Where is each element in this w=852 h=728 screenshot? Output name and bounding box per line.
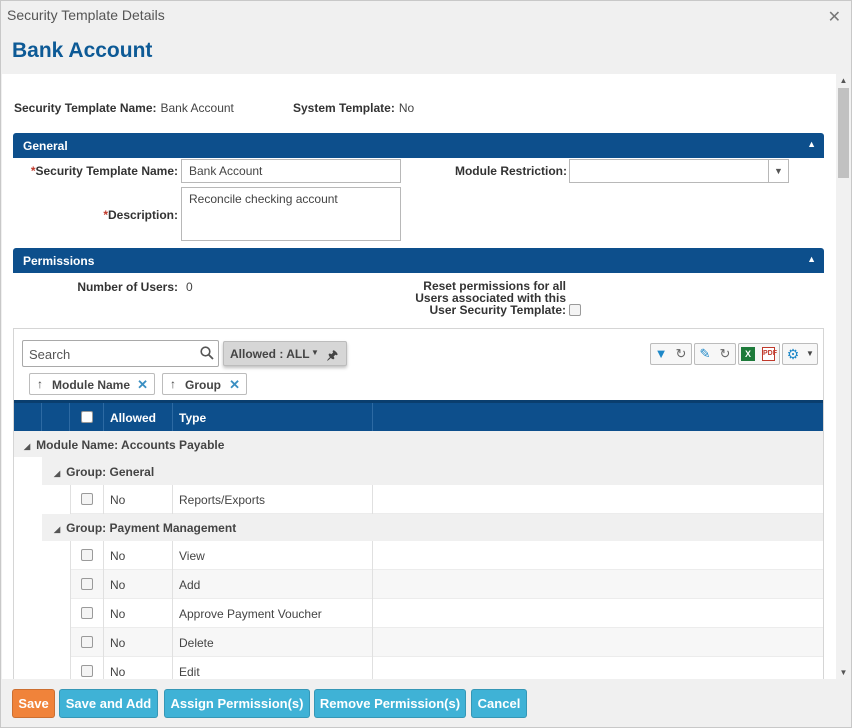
row-allowed: No bbox=[110, 493, 126, 507]
table-row[interactable]: No Add bbox=[70, 570, 823, 599]
table-row[interactable]: No Edit bbox=[70, 657, 823, 679]
table-row[interactable]: No Approve Payment Voucher bbox=[70, 599, 823, 628]
dialog-title: Security Template Details bbox=[7, 7, 165, 23]
template-name-label: *Security Template Name: bbox=[30, 164, 178, 178]
wrench-icon[interactable]: ✎ bbox=[696, 345, 714, 363]
tools-toolbar-group: ✎ ↻ bbox=[694, 343, 736, 365]
number-of-users-label: Number of Users: bbox=[77, 280, 178, 294]
permissions-grid: Search Allowed : ALL ▼ 🖈 ▼ ↻ ✎ ↻ X PDF ⚙… bbox=[13, 328, 824, 679]
collapse-triangle-icon[interactable]: ◢ bbox=[24, 442, 30, 451]
dialog-titlebar: Security Template Details ✕ bbox=[1, 1, 851, 31]
scrollbar-thumb[interactable] bbox=[838, 88, 849, 178]
refresh-filter-icon[interactable]: ↻ bbox=[672, 345, 690, 363]
row-allowed: No bbox=[110, 549, 126, 563]
row-checkbox[interactable] bbox=[81, 665, 93, 677]
module-restriction-select[interactable]: ▼ bbox=[569, 159, 789, 183]
select-all-checkbox[interactable] bbox=[81, 411, 93, 423]
group-general-label: ◢ Group: General bbox=[54, 465, 155, 479]
chevron-down-icon[interactable]: ▼ bbox=[768, 160, 788, 182]
row-type: Reports/Exports bbox=[179, 493, 266, 507]
reset-permissions-label: Reset permissions for all Users associat… bbox=[415, 279, 566, 317]
permissions-section-header[interactable]: Permissions ▲ bbox=[13, 248, 824, 273]
assign-permissions-button[interactable]: Assign Permission(s) bbox=[164, 689, 310, 718]
sort-up-arrow-icon: ↑ bbox=[170, 377, 176, 391]
summary-system-template: System Template: No bbox=[293, 101, 415, 115]
pdf-export-icon[interactable]: PDF bbox=[762, 347, 777, 361]
scroll-up-arrow-icon[interactable]: ▲ bbox=[839, 76, 848, 85]
reset-permissions-checkbox[interactable] bbox=[569, 304, 581, 316]
row-checkbox[interactable] bbox=[81, 578, 93, 590]
row-type: View bbox=[179, 549, 205, 563]
header-type[interactable]: Type bbox=[173, 403, 373, 431]
header-indent-col bbox=[42, 403, 70, 431]
table-row[interactable]: No View bbox=[70, 541, 823, 570]
group-chip-module-name[interactable]: ↑ Module Name ✕ bbox=[29, 373, 155, 395]
chevron-down-icon[interactable]: ▼ bbox=[801, 345, 819, 363]
number-of-users-value: 0 bbox=[186, 280, 193, 294]
header-allowed[interactable]: Allowed bbox=[104, 403, 173, 431]
table-row[interactable]: No Delete bbox=[70, 628, 823, 657]
close-icon[interactable]: ✕ bbox=[828, 7, 841, 27]
row-checkbox[interactable] bbox=[81, 636, 93, 648]
general-section-title: General bbox=[23, 139, 68, 153]
row-allowed: No bbox=[110, 665, 126, 679]
filter-toolbar-group: ▼ ↻ bbox=[650, 343, 692, 365]
search-input[interactable]: Search bbox=[29, 347, 70, 362]
search-icon[interactable] bbox=[200, 346, 214, 360]
row-type: Edit bbox=[179, 665, 200, 679]
page-title: Bank Account bbox=[12, 39, 153, 62]
row-type: Delete bbox=[179, 636, 214, 650]
allowed-filter-chip[interactable]: Allowed : ALL ▼ 🖈 bbox=[223, 341, 347, 366]
module-restriction-label: Module Restriction: bbox=[454, 164, 567, 178]
collapse-triangle-icon[interactable]: ◢ bbox=[54, 525, 60, 534]
gear-icon[interactable]: ⚙ bbox=[784, 345, 802, 363]
row-allowed: No bbox=[110, 607, 126, 621]
group-chip-group[interactable]: ↑ Group ✕ bbox=[162, 373, 247, 395]
group-general-row[interactable] bbox=[42, 457, 823, 485]
module-group-label: ◢ Module Name: Accounts Payable bbox=[24, 438, 225, 452]
permissions-section-title: Permissions bbox=[23, 254, 95, 268]
template-name-input[interactable]: Bank Account bbox=[181, 159, 401, 183]
group-payment-label: ◢ Group: Payment Management bbox=[54, 521, 237, 535]
cancel-button[interactable]: Cancel bbox=[471, 689, 527, 718]
save-and-add-button[interactable]: Save and Add bbox=[59, 689, 158, 718]
row-type: Approve Payment Voucher bbox=[179, 607, 322, 621]
row-allowed: No bbox=[110, 636, 126, 650]
description-textarea[interactable]: Reconcile checking account bbox=[181, 187, 401, 241]
export-toolbar-group: X PDF bbox=[738, 343, 780, 365]
remove-chip-icon[interactable]: ✕ bbox=[137, 377, 148, 393]
remove-permissions-button[interactable]: Remove Permission(s) bbox=[314, 689, 466, 718]
row-type: Add bbox=[179, 578, 201, 592]
row-checkbox[interactable] bbox=[81, 607, 93, 619]
pin-icon[interactable]: 🖈 bbox=[327, 346, 338, 367]
general-section-header[interactable]: General ▲ bbox=[13, 133, 824, 158]
row-checkbox[interactable] bbox=[81, 493, 93, 505]
filter-icon[interactable]: ▼ bbox=[652, 345, 670, 363]
grid-header: Allowed Type bbox=[14, 400, 823, 431]
header-checkbox-col bbox=[70, 403, 104, 431]
dialog-content: Security Template Name: Bank Account Syst… bbox=[2, 74, 836, 679]
security-template-dialog: Security Template Details ✕ Bank Account… bbox=[0, 0, 852, 728]
refresh-layout-icon[interactable]: ↻ bbox=[716, 345, 734, 363]
settings-toolbar-group[interactable]: ⚙ ▼ bbox=[782, 343, 818, 365]
description-label: *Description: bbox=[103, 208, 178, 222]
row-checkbox[interactable] bbox=[81, 549, 93, 561]
remove-chip-icon[interactable]: ✕ bbox=[229, 377, 240, 393]
caret-down-icon[interactable]: ▼ bbox=[311, 348, 319, 357]
table-row[interactable]: No Reports/Exports bbox=[70, 485, 823, 514]
summary-template-name: Security Template Name: Bank Account bbox=[14, 101, 234, 115]
row-allowed: No bbox=[110, 578, 126, 592]
collapse-up-icon[interactable]: ▲ bbox=[807, 139, 816, 149]
dialog-footer: Save Save and Add Assign Permission(s) R… bbox=[1, 681, 851, 727]
search-box[interactable]: Search bbox=[22, 340, 219, 367]
vertical-scrollbar[interactable]: ▲ ▼ bbox=[836, 74, 851, 679]
sort-up-arrow-icon: ↑ bbox=[37, 377, 43, 391]
save-button[interactable]: Save bbox=[12, 689, 55, 718]
collapse-up-icon[interactable]: ▲ bbox=[807, 254, 816, 264]
header-expand-col bbox=[14, 403, 42, 431]
scroll-down-arrow-icon[interactable]: ▼ bbox=[839, 668, 848, 677]
excel-export-icon[interactable]: X bbox=[741, 347, 755, 361]
collapse-triangle-icon[interactable]: ◢ bbox=[54, 469, 60, 478]
